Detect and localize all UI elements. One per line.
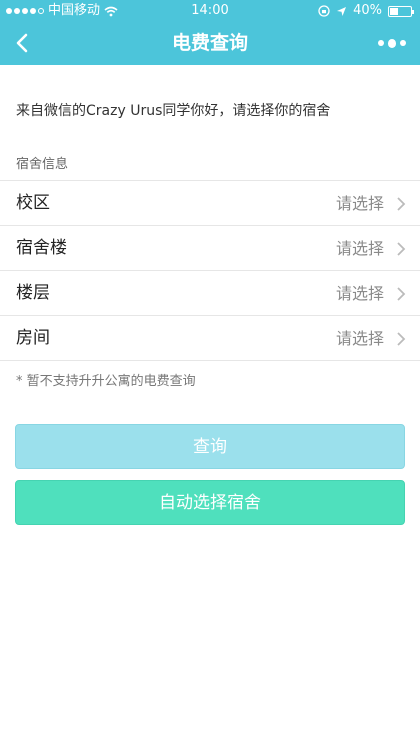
row-value: 请选择 <box>335 194 384 213</box>
chevron-right-icon <box>397 242 406 256</box>
section-label-dorm-info: 宿舍信息 <box>16 157 69 172</box>
rotation-lock-icon <box>318 5 330 17</box>
greeting-text: 来自微信的Crazy Urus同学你好，请选择你的宿舍 <box>16 103 331 119</box>
row-label: 校区 <box>16 193 50 213</box>
app-header: 中国移动 14:00 40% 电费查询 <box>0 0 420 65</box>
more-options-icon[interactable] <box>378 36 407 50</box>
status-bar: 中国移动 14:00 40% <box>0 0 420 22</box>
unsupported-note: * 暂不支持升升公寓的电费查询 <box>16 374 196 389</box>
location-icon <box>337 6 347 16</box>
row-campus[interactable]: 校区 请选择 <box>0 181 420 226</box>
query-button[interactable]: 查询 <box>15 424 405 469</box>
auto-select-dorm-button[interactable]: 自动选择宿舍 <box>15 480 405 525</box>
dorm-selection-list: 校区 请选择 宿舍楼 请选择 楼层 请选择 房间 请选择 <box>0 180 420 361</box>
row-building[interactable]: 宿舍楼 请选择 <box>0 226 420 271</box>
battery-percent: 40% <box>353 3 382 18</box>
battery-icon <box>388 5 414 17</box>
nav-bar: 电费查询 <box>0 22 420 65</box>
page-title: 电费查询 <box>171 32 248 54</box>
chevron-right-icon <box>397 197 406 211</box>
row-value: 请选择 <box>335 239 384 258</box>
row-label: 房间 <box>16 328 50 348</box>
row-value: 请选择 <box>335 284 384 303</box>
row-room[interactable]: 房间 请选择 <box>0 316 420 361</box>
row-floor[interactable]: 楼层 请选择 <box>0 271 420 316</box>
row-label: 宿舍楼 <box>16 238 67 258</box>
chevron-right-icon <box>397 332 406 346</box>
chevron-right-icon <box>397 287 406 301</box>
row-label: 楼层 <box>16 283 50 303</box>
status-right: 40% <box>318 0 414 22</box>
row-value: 请选择 <box>335 329 384 348</box>
